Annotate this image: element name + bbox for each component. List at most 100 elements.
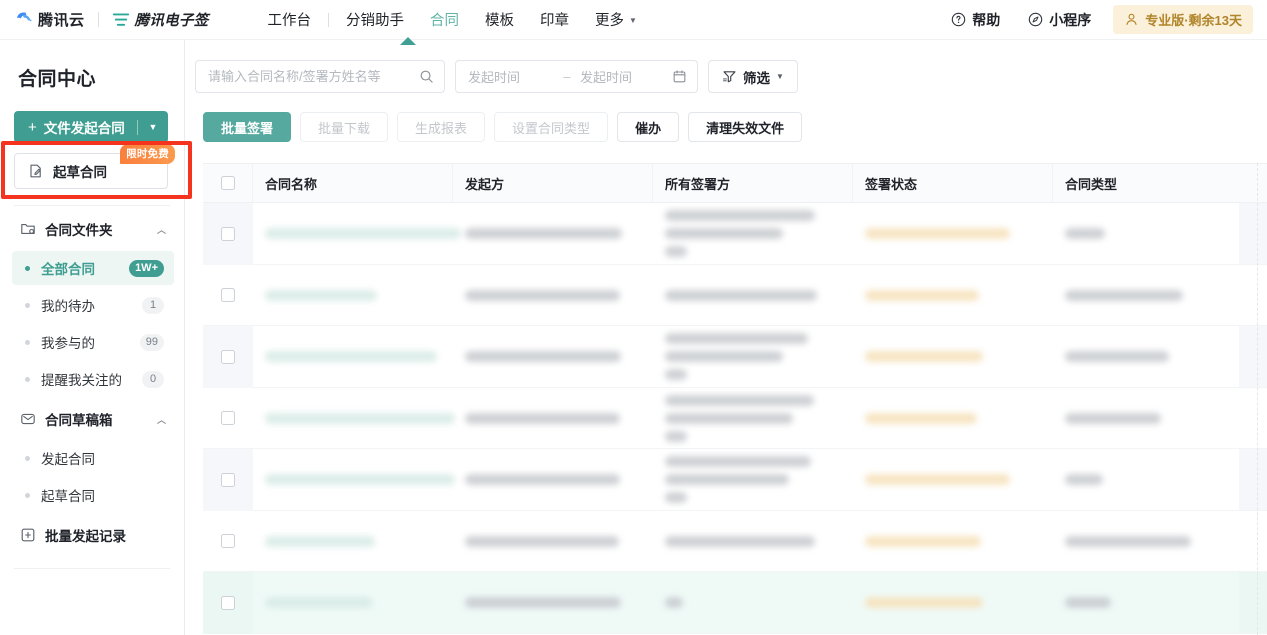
nav-tab-template[interactable]: 模板 bbox=[472, 0, 527, 40]
sidebar-item-batch-records[interactable]: 批量发起记录 bbox=[12, 516, 174, 554]
cell-sign-status bbox=[853, 388, 1053, 450]
cell-sign-status bbox=[853, 265, 1053, 327]
date-start-input[interactable]: 发起时间 bbox=[468, 67, 554, 86]
row-select-cell bbox=[203, 388, 253, 450]
batch-sign-button[interactable]: 批量签署 bbox=[203, 112, 292, 142]
chevron-down-icon: ▼ bbox=[629, 16, 637, 25]
tencent-cloud-logo[interactable]: 腾讯云 bbox=[14, 9, 85, 30]
batch-box-icon bbox=[21, 528, 35, 542]
cell-sign-status bbox=[853, 326, 1053, 388]
row-checkbox[interactable] bbox=[221, 534, 235, 549]
search-icon[interactable] bbox=[419, 69, 434, 84]
sidebar-item-initiate-contract[interactable]: 发起合同 bbox=[12, 441, 174, 475]
row-checkbox[interactable] bbox=[221, 595, 235, 610]
redacted-text bbox=[265, 351, 437, 363]
nav-tab-label: 合同 bbox=[430, 13, 460, 29]
sidebar-item-all-contracts[interactable]: 全部合同 1W+ bbox=[12, 251, 174, 285]
column-header-type[interactable]: 合同类型 bbox=[1053, 163, 1253, 203]
column-header-status[interactable]: 签署状态 bbox=[853, 163, 1053, 203]
create-contract-from-file-button[interactable]: + 文件发起合同 ▼ bbox=[14, 111, 168, 143]
nav-tab-workbench[interactable]: 工作台 bbox=[255, 0, 325, 40]
sidebar-item-label: 我参与的 bbox=[41, 336, 95, 351]
cell-sign-status bbox=[853, 449, 1053, 511]
table-row[interactable] bbox=[203, 449, 1267, 511]
redacted-text bbox=[1065, 597, 1111, 609]
row-action-fixed-column bbox=[1239, 572, 1267, 633]
filter-label: 筛选 bbox=[743, 70, 770, 86]
cell-initiator bbox=[453, 265, 653, 327]
filter-button[interactable]: 筛选 ▼ bbox=[708, 60, 798, 93]
redacted-text bbox=[865, 289, 979, 301]
help-button[interactable]: 帮助 bbox=[937, 10, 1014, 30]
sidebar-item-draft-contract[interactable]: 起草合同 bbox=[12, 478, 174, 512]
redacted-text bbox=[665, 394, 814, 406]
table-row[interactable] bbox=[203, 572, 1267, 634]
plan-status-badge[interactable]: 专业版·剩余13天 bbox=[1113, 5, 1253, 34]
row-checkbox[interactable] bbox=[221, 349, 235, 364]
column-header-initiator[interactable]: 发起方 bbox=[453, 163, 653, 203]
button-label: 生成报表 bbox=[415, 120, 468, 136]
date-range-picker[interactable]: 发起时间 – 发起时间 bbox=[455, 60, 698, 93]
cell-contract-name bbox=[253, 511, 453, 573]
set-contract-type-button[interactable]: 设置合同类型 bbox=[494, 112, 609, 142]
table-row[interactable] bbox=[203, 265, 1267, 327]
calendar-icon[interactable] bbox=[672, 69, 687, 84]
row-select-cell bbox=[203, 511, 253, 573]
generate-report-button[interactable]: 生成报表 bbox=[397, 112, 486, 142]
row-action-fixed-column bbox=[1239, 203, 1267, 264]
cell-sign-status bbox=[853, 203, 1053, 265]
sidebar-group-label: 合同文件夹 bbox=[45, 223, 113, 238]
nav-tab-more[interactable]: 更多 ▼ bbox=[582, 0, 650, 40]
sidebar-item-badge: 1W+ bbox=[129, 259, 164, 277]
cell-contract-type bbox=[1053, 511, 1253, 573]
row-select-cell bbox=[203, 265, 253, 327]
batch-download-button[interactable]: 批量下载 bbox=[300, 112, 389, 142]
clear-invalid-files-button[interactable]: 清理失效文件 bbox=[688, 112, 803, 142]
cell-sign-status bbox=[853, 572, 1053, 634]
date-end-input[interactable]: 发起时间 bbox=[580, 67, 672, 86]
nav-tab-distribution[interactable]: 分销助手 bbox=[333, 0, 417, 40]
urge-button[interactable]: 催办 bbox=[617, 112, 680, 142]
search-input[interactable] bbox=[208, 69, 419, 84]
cell-signers bbox=[653, 511, 853, 573]
row-checkbox[interactable] bbox=[221, 472, 235, 487]
folder-icon bbox=[21, 224, 35, 234]
sidebar-item-label: 批量发起记录 bbox=[45, 529, 126, 544]
sidebar-item-reminders[interactable]: 提醒我关注的 0 bbox=[12, 362, 174, 396]
row-checkbox[interactable] bbox=[221, 411, 235, 426]
esign-logo[interactable]: 腾讯电子签 bbox=[112, 9, 209, 30]
table-row[interactable] bbox=[203, 511, 1267, 573]
redacted-text bbox=[465, 412, 620, 424]
sidebar-item-label: 起草合同 bbox=[41, 489, 95, 504]
column-header-name[interactable]: 合同名称 bbox=[253, 163, 453, 203]
sidebar-group-contract-folder[interactable]: 合同文件夹 ︿ bbox=[12, 210, 174, 248]
redacted-text bbox=[465, 228, 622, 240]
sidebar-item-my-todo[interactable]: 我的待办 1 bbox=[12, 288, 174, 322]
table-row[interactable] bbox=[203, 326, 1267, 388]
nav-tab-seal[interactable]: 印章 bbox=[527, 0, 582, 40]
sidebar-item-participated[interactable]: 我参与的 99 bbox=[12, 325, 174, 359]
nav-tab-contract[interactable]: 合同 bbox=[417, 0, 472, 40]
create-contract-label: 文件发起合同 bbox=[43, 121, 125, 136]
select-all-checkbox[interactable] bbox=[220, 176, 235, 190]
sidebar-divider bbox=[14, 205, 170, 206]
cell-signers bbox=[653, 572, 853, 634]
chevron-up-icon: ︿ bbox=[156, 224, 166, 235]
redacted-text bbox=[465, 474, 620, 486]
redacted-text bbox=[665, 228, 783, 240]
row-checkbox[interactable] bbox=[221, 226, 235, 241]
miniprogram-button[interactable]: 小程序 bbox=[1014, 10, 1105, 30]
column-header-signers[interactable]: 所有签署方 bbox=[653, 163, 853, 203]
redacted-text bbox=[665, 412, 793, 424]
search-box[interactable] bbox=[195, 60, 445, 93]
sidebar-group-draft-box[interactable]: 合同草稿箱 ︿ bbox=[12, 400, 174, 438]
cell-contract-type bbox=[1053, 572, 1253, 634]
table-row[interactable] bbox=[203, 388, 1267, 450]
redacted-text bbox=[1065, 289, 1183, 301]
chevron-down-icon[interactable]: ▼ bbox=[138, 122, 168, 132]
redacted-text bbox=[665, 456, 811, 468]
table-row[interactable] bbox=[203, 203, 1267, 265]
redacted-text bbox=[865, 228, 1010, 240]
redacted-text bbox=[665, 210, 815, 222]
row-checkbox[interactable] bbox=[221, 288, 235, 303]
